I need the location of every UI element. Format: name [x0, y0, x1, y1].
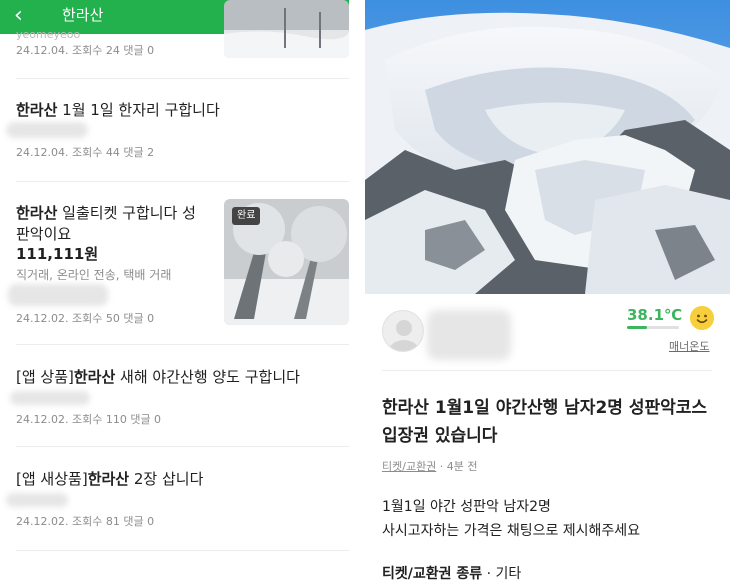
smile-face-icon	[690, 306, 714, 330]
post-photo[interactable]	[365, 0, 730, 294]
post-title: 한라산 1월1일 야간산행 남자2명 성판악코스 입장권 있습니다	[382, 398, 708, 446]
item-thumbnail	[224, 0, 349, 58]
manner-temperature-fill	[627, 326, 647, 329]
divider	[16, 550, 349, 551]
item-author: yeomeyeoo	[16, 28, 81, 41]
item-meta: 24.12.02. 조회수 81 댓글 0	[16, 515, 155, 528]
item-meta: 24.12.04. 조회수 44 댓글 2	[16, 146, 155, 159]
manner-temperature: 38.1℃	[627, 306, 683, 324]
item-thumbnail: 완료	[224, 199, 349, 325]
list-item[interactable]: 한라산 1월 1일 한자리 구합니다 24.12.04. 조회수 44 댓글 2	[0, 79, 349, 179]
blurred-author	[6, 493, 68, 507]
item-title: 한라산 1월 1일 한자리 구합니다	[16, 101, 220, 119]
list-item[interactable]: [앱 상품]한라산 새해 야간산행 양도 구합니다 24.12.02. 조회수 …	[0, 345, 349, 445]
post-body: 1월1일 야간 성판악 남자2명 사시고자하는 가격은 채팅으로 제시해주세요	[382, 495, 640, 543]
list-item[interactable]: 한라산 일출티켓 구합니다 성판악이요 111,111원 직거래, 온라인 전송…	[0, 182, 349, 342]
divider	[382, 370, 712, 371]
item-title: [앱 상품]한라산 새해 야간산행 양도 구합니다	[16, 368, 300, 386]
blurred-nickname	[427, 310, 511, 360]
blurred-author	[10, 391, 90, 405]
list-item[interactable]: yeomeyeoo 24.12.04. 조회수 24 댓글 0	[0, 0, 349, 78]
post-body-line: 사시고자하는 가격은 채팅으로 제시해주세요	[382, 523, 641, 539]
manner-temperature-link[interactable]: 매너온도	[669, 338, 709, 354]
post-detail-panel: 38.1℃ 매너온도 한라산 1월1일 야간산행 남자2명 성판악코스 입장권 …	[365, 0, 730, 585]
avatar[interactable]	[382, 310, 424, 352]
status-badge: 완료	[232, 207, 261, 225]
item-price: 111,111원	[16, 245, 99, 263]
post-category-line: 티켓/교환권 · 4분 전	[382, 458, 478, 474]
post-time: · 4분 전	[436, 460, 478, 473]
list-item[interactable]: [앱 새상품]한라산 2장 삽니다 24.12.02. 조회수 81 댓글 0	[0, 447, 349, 547]
item-title: [앱 새상품]한라산 2장 삽니다	[16, 470, 204, 488]
blurred-author	[6, 122, 88, 138]
post-body-line: 1월1일 야간 성판악 남자2명	[382, 499, 551, 515]
post-ticket-type: 티켓/교환권 종류 · 기타	[382, 566, 522, 582]
item-meta: 24.12.02. 조회수 110 댓글 0	[16, 413, 162, 426]
manner-temperature-bar	[627, 326, 679, 329]
item-delivery: 직거래, 온라인 전송, 택배 거래	[16, 268, 172, 282]
blurred-author	[8, 284, 108, 306]
item-meta: 24.12.02. 조회수 50 댓글 0	[16, 312, 155, 325]
item-title: 한라산 일출티켓 구합니다 성판악이요	[16, 204, 196, 243]
post-category-link[interactable]: 티켓/교환권	[382, 460, 436, 473]
item-meta: 24.12.04. 조회수 24 댓글 0	[16, 44, 155, 57]
search-results-panel: ‹ 한라산 × yeomeyeoo 24.12.04. 조회수 24 댓글 0 …	[0, 0, 365, 585]
